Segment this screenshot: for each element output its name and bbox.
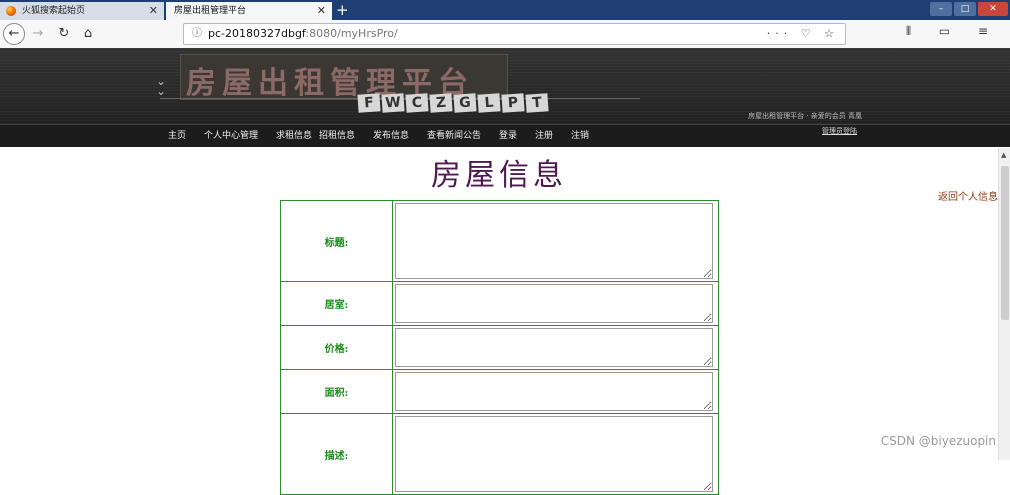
menu-rent-wanted[interactable]: 求租信息 bbox=[276, 125, 312, 147]
menu-login[interactable]: 登录 bbox=[499, 125, 517, 147]
address-bar[interactable]: ⓘ pc-20180327dbgf:8080/myHrsPro/ ··· ♡ ☆ bbox=[183, 23, 846, 45]
scrollbar-thumb[interactable] bbox=[1001, 166, 1009, 320]
rooms-field[interactable] bbox=[395, 284, 713, 323]
tab-close-icon[interactable]: ✕ bbox=[317, 2, 326, 20]
new-tab-icon[interactable]: + bbox=[336, 1, 349, 19]
logo-letter: T bbox=[525, 93, 549, 113]
description-field[interactable] bbox=[395, 416, 713, 492]
site-menu: 主页 个人中心管理 求租信息 招租信息 发布信息 查看新闻公告 登录 注册 注销… bbox=[0, 124, 1010, 147]
menu-rent-offered[interactable]: 招租信息 bbox=[319, 125, 355, 147]
menu-register[interactable]: 注册 bbox=[535, 125, 553, 147]
rooms-label: 居室: bbox=[280, 281, 393, 326]
watermark: CSDN @biyezuopin bbox=[880, 434, 996, 448]
title-label: 标题: bbox=[280, 200, 393, 282]
description-cell bbox=[392, 413, 719, 495]
url-path: :8080/myHrsPro/ bbox=[305, 27, 398, 40]
title-cell bbox=[392, 200, 719, 282]
home-icon[interactable]: ⌂ bbox=[78, 24, 98, 44]
minimize-icon[interactable]: – bbox=[930, 2, 952, 16]
url-text: pc-20180327dbgf:8080/myHrsPro/ bbox=[208, 24, 398, 44]
logo-letter: L bbox=[477, 93, 501, 113]
url-host: pc-20180327dbgf bbox=[208, 27, 306, 40]
tab-close-icon[interactable]: ✕ bbox=[149, 2, 158, 20]
back-icon[interactable]: ← bbox=[3, 23, 25, 45]
site-info-icon[interactable]: ⓘ bbox=[192, 24, 202, 44]
page-title: 房屋信息 bbox=[431, 158, 567, 193]
price-label: 价格: bbox=[280, 325, 393, 370]
area-label: 面积: bbox=[280, 369, 393, 414]
menu-home[interactable]: 主页 bbox=[168, 125, 186, 147]
menu-publish[interactable]: 发布信息 bbox=[373, 125, 409, 147]
logo-letter: P bbox=[501, 93, 525, 113]
form-row-title: 标题: bbox=[280, 200, 719, 282]
tab-label: 房屋出租管理平台 bbox=[174, 6, 247, 16]
form-row-area: 面积: bbox=[280, 369, 719, 414]
tab-rental-platform[interactable]: 房屋出租管理平台 ✕ bbox=[166, 2, 332, 20]
main-content: 房屋信息 返回个人信息 标题: 居室: 价格: 面积: 描述: bbox=[0, 148, 998, 495]
admin-login-link[interactable]: 管理员登陆 bbox=[822, 126, 857, 136]
tab-start-page[interactable]: 火狐搜索起始页 ✕ bbox=[0, 2, 164, 20]
form-row-rooms: 居室: bbox=[280, 281, 719, 326]
browser-nav-bar: ← → ↻ ⌂ ⓘ pc-20180327dbgf:8080/myHrsPro/… bbox=[0, 20, 1010, 49]
reload-icon[interactable]: ↻ bbox=[54, 24, 74, 44]
logo-letter: F bbox=[357, 93, 381, 113]
price-cell bbox=[392, 325, 719, 370]
vertical-scrollbar[interactable]: ▲ bbox=[998, 148, 1010, 460]
menu-logout[interactable]: 注销 bbox=[571, 125, 589, 147]
close-window-icon[interactable]: ✕ bbox=[978, 2, 1008, 16]
price-field[interactable] bbox=[395, 328, 713, 367]
form-row-description: 描述: bbox=[280, 413, 719, 495]
title-field[interactable] bbox=[395, 203, 713, 279]
rooms-cell bbox=[392, 281, 719, 326]
logo-letter: C bbox=[405, 93, 429, 113]
tab-label: 火狐搜索起始页 bbox=[22, 6, 86, 16]
house-info-form: 标题: 居室: 价格: 面积: 描述: bbox=[280, 200, 719, 495]
scroll-up-icon[interactable]: ▲ bbox=[1001, 151, 1006, 159]
logo-letter: G bbox=[453, 93, 477, 113]
browser-tab-strip: 火狐搜索起始页 ✕ 房屋出租管理平台 ✕ + – □ ✕ bbox=[0, 0, 1010, 20]
menu-news[interactable]: 查看新闻公告 bbox=[427, 125, 481, 147]
back-to-profile-link[interactable]: 返回个人信息 bbox=[938, 188, 998, 203]
firefox-icon bbox=[6, 6, 16, 16]
header-user-info: 房屋出租管理平台 · 亲爱的会员 青凰 bbox=[748, 112, 862, 120]
area-cell bbox=[392, 369, 719, 414]
menu-personal-center[interactable]: 个人中心管理 bbox=[204, 125, 258, 147]
maximize-icon[interactable]: □ bbox=[954, 2, 976, 16]
logo-letter: W bbox=[381, 93, 405, 113]
chevron-down-icon: ⌄ ⌄ bbox=[156, 74, 167, 98]
form-row-price: 价格: bbox=[280, 325, 719, 370]
area-field[interactable] bbox=[395, 372, 713, 411]
forward-icon[interactable]: → bbox=[28, 24, 48, 44]
logo-letters: F W C Z G L P T bbox=[357, 93, 550, 116]
site-header: ⌄ ⌄ 房屋出租管理平台 F W C Z G L P T 房屋出租管理平台 · 亲… bbox=[0, 48, 1010, 124]
toolbar-icons[interactable]: ⫴ ▭ ≡ bbox=[906, 24, 1000, 39]
description-label: 描述: bbox=[280, 413, 393, 495]
logo-letter: Z bbox=[429, 93, 453, 113]
page-actions-icons[interactable]: ··· ♡ ☆ bbox=[767, 24, 839, 44]
